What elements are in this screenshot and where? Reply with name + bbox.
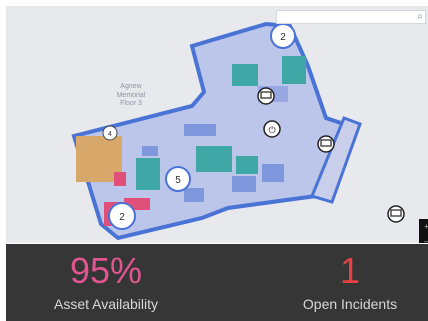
asset-cluster-southwest[interactable]: 2 — [108, 202, 136, 230]
stats-panel: 95% Asset Availability 1 Open Incidents — [6, 244, 428, 321]
search-icon[interactable]: ⌕ — [417, 11, 423, 23]
monitor-pin-icon[interactable] — [317, 135, 335, 153]
room — [142, 146, 158, 156]
svg-text:5: 5 — [175, 175, 181, 186]
asset-availability-value: 95% — [69, 250, 143, 291]
zoom-control: + – — [419, 219, 428, 243]
asset-availability-label: Asset Availability — [53, 296, 158, 312]
zoom-in-button[interactable]: + — [419, 219, 428, 234]
asset-cluster-center[interactable]: 5 — [165, 166, 191, 192]
floor-label: Floor 3 — [120, 100, 142, 107]
zoom-out-button[interactable]: – — [419, 234, 428, 243]
building-label: Agnew Memorial — [116, 83, 146, 99]
floor-plan: 2 5 2 4 ⏻ — [71, 21, 405, 241]
room — [196, 146, 232, 172]
room — [282, 56, 306, 84]
asset-cluster-north[interactable]: 2 — [270, 23, 296, 49]
power-pin-icon[interactable]: ⏻ — [263, 120, 281, 138]
room — [262, 164, 284, 182]
asset-availability-stat: 95% Asset Availability — [6, 244, 206, 312]
room — [236, 156, 258, 174]
svg-text:2: 2 — [119, 212, 125, 223]
open-incidents-value: 1 — [339, 250, 361, 291]
monitor-pin-icon[interactable] — [257, 87, 275, 105]
open-incidents-stat: 1 Open Incidents — [250, 244, 428, 312]
map-search-input[interactable]: ⌕ — [276, 10, 426, 24]
room — [184, 188, 204, 202]
room — [184, 124, 216, 136]
open-incidents-label: Open Incidents — [302, 296, 398, 312]
room — [136, 158, 160, 190]
asset-cluster-west[interactable]: 4 — [102, 125, 118, 141]
monitor-pin-icon[interactable] — [387, 205, 405, 223]
floor-map[interactable]: 2 5 2 4 ⏻ ⌕ Agnew Memorial Floor 3 + — [6, 6, 428, 243]
room — [232, 176, 256, 192]
room — [232, 64, 258, 86]
svg-text:4: 4 — [108, 131, 112, 138]
room — [114, 172, 126, 186]
svg-text:⏻: ⏻ — [268, 125, 275, 136]
svg-text:2: 2 — [280, 32, 286, 43]
